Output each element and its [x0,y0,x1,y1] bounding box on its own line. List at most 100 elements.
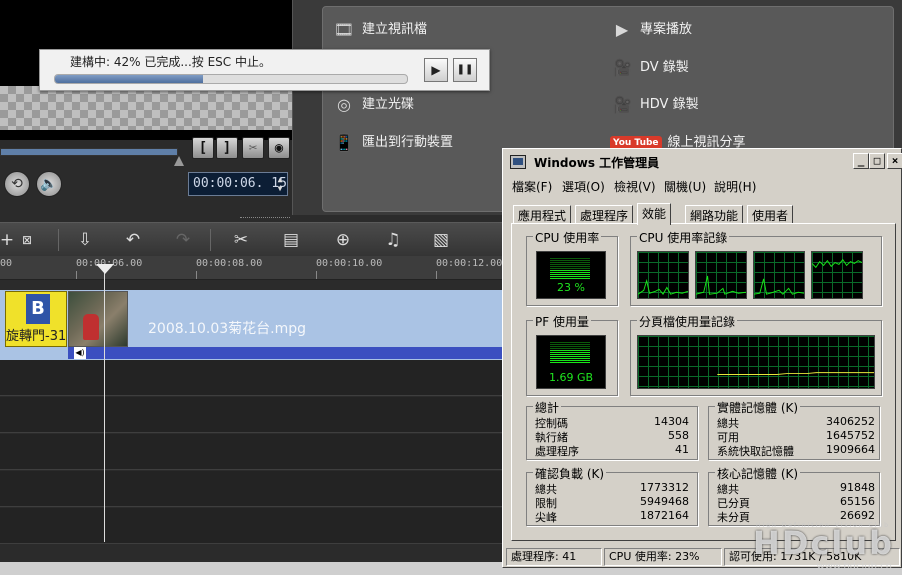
pf-history-title: 分頁檔使用量記錄 [637,313,738,330]
timecode-spinner[interactable]: ▲ ▼ [275,175,285,193]
output-item-dv-record[interactable]: 🎥 DV 錄製 [610,56,689,80]
timecode-field[interactable]: 00:00:06. 15 ▲ ▼ [188,172,288,196]
thumbnail-subject [83,314,99,340]
video-clip-name: 2008.10.03菊花台.mpg [148,321,307,337]
watermark-url: www.hdclub.cn [816,561,892,572]
pf-usage-title: PF 使用量 [533,313,591,330]
menu-file[interactable]: 檔案(F) [512,178,552,195]
scissors-icon[interactable]: ✂ [242,137,264,159]
insert-media-icon[interactable]: ⇩ [72,229,98,251]
preview-divider [292,0,314,215]
pf-history-graph [637,335,875,389]
stat-value: 14304 [654,415,689,428]
pf-usage-meter: 1.69 GB [536,335,606,389]
timeline-track[interactable] [0,471,502,507]
commit-charge-title: 確認負載 (K) [533,465,607,482]
toolbar-separator [210,229,211,251]
snapshot-icon[interactable]: ◉ [268,137,290,159]
ruler-tick [316,271,317,279]
close-button[interactable]: × [887,153,902,169]
tab-performance[interactable]: 效能 [637,203,672,225]
video-clip-strip[interactable] [68,347,502,359]
menubar: 檔案(F) 選項(O) 檢視(V) 關機(U) 說明(H) [504,175,901,195]
timeline-ruler[interactable]: 00 00:00:06.00 00:00:08.00 00:00:10.00 0… [0,256,502,280]
output-item-label: 建立視訊檔 [362,22,428,37]
undo-icon[interactable]: ↶ [120,229,146,251]
add-tracks-icon[interactable]: ⊕ [330,229,356,251]
audio-speaker-icon[interactable]: ◀) [74,347,86,359]
scrub-bar[interactable] [0,148,178,156]
repeat-icon[interactable]: ⟲ [4,171,30,197]
tab-users[interactable]: 使用者 [747,205,794,224]
title-clip[interactable]: B 旋轉門-31 [5,291,67,347]
kernel-memory-group: 核心記憶體 (K) 總共 91848 已分頁 65156 未分頁 26692 [708,465,880,526]
pause-button[interactable]: ❚❚ [453,58,477,82]
task-manager-titlebar[interactable]: Windows 工作管理員 _ □ × [504,150,902,174]
minimize-button[interactable]: _ [853,153,869,169]
stat-value: 1645752 [826,429,875,442]
volume-icon[interactable]: 🔈 [36,171,62,197]
project-play-icon: ▶ [615,19,629,39]
playhead-handle[interactable] [96,264,114,274]
playhead-line [104,272,105,542]
physical-memory-group: 實體記憶體 (K) 總共 3406252 可用 1645752 系統快取記憶體 … [708,399,880,460]
timecode-value: 00:00:06. 15 [193,176,287,191]
stat-label: 未分頁 [717,511,750,524]
physical-memory-title: 實體記憶體 (K) [715,399,801,416]
batch-convert-icon[interactable]: ▤ [278,229,304,251]
output-item-project-play[interactable]: ▶ 專案播放 [610,18,692,42]
timeline-track[interactable] [0,360,502,396]
smart-render-icon[interactable]: ✂ [228,229,254,251]
preview-transparent-area [0,86,292,130]
pf-usage-group: PF 使用量 1.69 GB [526,313,618,396]
menu-shutdown[interactable]: 關機(U) [664,178,706,195]
fit-icon[interactable]: ⊠ [14,229,40,251]
panel-splitter[interactable] [240,217,290,220]
timeline-track[interactable] [0,397,502,433]
mark-in-button[interactable]: [ [192,137,214,159]
tab-networking[interactable]: 網路功能 [685,205,744,224]
preview-play-button[interactable]: ▶ [424,58,448,82]
menu-view[interactable]: 檢視(V) [614,178,656,195]
output-item-label: 專案播放 [640,22,693,37]
totals-title: 總計 [533,399,562,416]
menu-help[interactable]: 說明(H) [714,178,756,195]
audio-mixer-icon[interactable]: ♫ [380,229,406,251]
stat-value: 1909664 [826,443,875,456]
cpu-history-group: CPU 使用率記錄 [630,229,882,306]
scrub-handle[interactable] [174,156,184,166]
toolbar-separator [58,229,59,251]
performance-page: CPU 使用率 23 % CPU 使用率記錄 PF 使用量 1.69 GB 分頁… [511,223,896,541]
status-processes: 處理程序: 41 [506,548,602,566]
stat-label: 尖峰 [535,511,557,524]
video-clip-thumbnail[interactable] [68,291,128,347]
progress-message: 建構中: 42% 已完成...按 ESC 中止。 [70,55,271,69]
stat-value: 26692 [840,509,875,522]
redo-icon[interactable]: ↷ [170,229,196,251]
window-title: Windows 工作管理員 [534,156,660,170]
ruler-label: 00:00:12.00 [436,258,503,269]
output-item-hdv-record[interactable]: 🎥 HDV 錄製 [610,93,699,117]
timeline-track[interactable] [0,434,502,470]
output-item-label: HDV 錄製 [640,97,699,112]
maximize-button[interactable]: □ [869,153,885,169]
mark-out-button[interactable]: ] [216,137,238,159]
cpu-history-graph-core-2 [695,251,747,299]
meter-bars-lit [550,350,590,364]
output-item-create-disc[interactable]: ◎ 建立光碟 [332,93,414,117]
commit-charge-group: 確認負載 (K) 總共 1773312 限制 5949468 尖峰 187216… [526,465,698,526]
film-reel-icon: 🎞 [333,19,355,39]
tab-processes[interactable]: 處理程序 [575,205,634,224]
output-item-create-video[interactable]: 🎞 建立視訊檔 [332,18,427,42]
progress-bar-fill [55,75,203,83]
menu-options[interactable]: 選項(O) [562,178,605,195]
stat-value: 3406252 [826,415,875,428]
tab-applications[interactable]: 應用程式 [513,205,572,224]
ruler-tick [436,271,437,279]
stat-value: 65156 [840,495,875,508]
cpu-history-title: CPU 使用率記錄 [637,229,730,246]
chapter-icon[interactable]: ▧ [428,229,454,251]
dv-camera-icon: 🎥 [612,57,632,77]
timeline-track[interactable] [0,508,502,544]
output-item-mobile-export[interactable]: 📱 匯出到行動裝置 [332,131,453,155]
